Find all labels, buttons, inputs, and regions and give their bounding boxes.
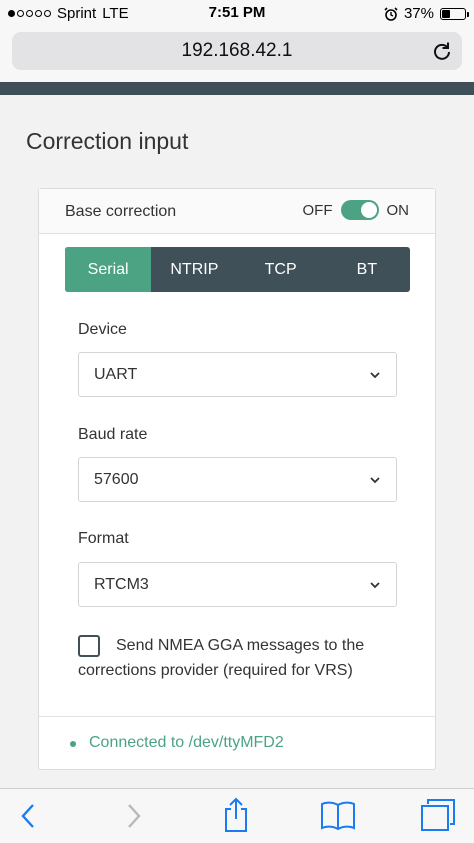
base-correction-label: Base correction <box>65 203 177 220</box>
format-value: RTCM3 <box>94 575 149 593</box>
forward-icon[interactable] <box>124 801 144 831</box>
connection-status: Connected to /dev/ttyMFD2 <box>89 734 284 751</box>
bookmarks-icon[interactable] <box>320 800 356 830</box>
toggle-off-label: OFF <box>302 201 333 219</box>
card-header: Base correction OFF ON <box>39 189 435 234</box>
tab-bt[interactable]: BT <box>324 247 410 292</box>
browser-toolbar <box>0 788 474 843</box>
source-tabs: Serial NTRIP TCP BT <box>65 247 410 292</box>
chevron-down-icon <box>370 582 380 589</box>
baud-rate-value: 57600 <box>94 470 139 488</box>
baud-rate-label: Baud rate <box>78 426 148 443</box>
tab-tcp[interactable]: TCP <box>238 247 324 292</box>
url-bar[interactable]: 192.168.42.1 <box>12 32 462 70</box>
format-select[interactable]: RTCM3 <box>78 562 397 607</box>
device-value: UART <box>94 365 138 383</box>
share-icon[interactable] <box>222 797 250 833</box>
reload-icon[interactable] <box>432 41 452 61</box>
device-select[interactable]: UART <box>78 352 397 397</box>
status-bar: Sprint LTE 7:51 PM 37% <box>0 0 474 28</box>
alarm-icon <box>384 6 398 21</box>
card-footer: Connected to /dev/ttyMFD2 <box>39 716 435 769</box>
back-icon[interactable] <box>18 801 38 831</box>
device-label: Device <box>78 321 127 338</box>
tabs-icon[interactable] <box>420 798 456 832</box>
nmea-checkbox-label: Send NMEA GGA messages to the correction… <box>78 637 365 679</box>
browser-top-bar: 192.168.42.1 <box>0 28 474 82</box>
toggle-group: OFF ON <box>302 200 410 220</box>
correction-card: Base correction OFF ON Serial NTRIP TCP … <box>38 188 436 770</box>
toggle-on-label: ON <box>386 201 410 219</box>
battery-percent: 37% <box>403 5 434 22</box>
app-header-strip <box>0 82 474 95</box>
baud-rate-select[interactable]: 57600 <box>78 457 397 502</box>
format-label: Format <box>78 530 129 547</box>
page-title: Correction input <box>26 128 189 154</box>
chevron-down-icon <box>370 372 380 379</box>
url-text: 192.168.42.1 <box>181 40 293 61</box>
chevron-down-icon <box>370 477 380 484</box>
battery-icon <box>440 7 469 20</box>
tab-ntrip[interactable]: NTRIP <box>151 247 237 292</box>
toggle-knob <box>360 202 377 218</box>
nmea-checkbox[interactable] <box>78 635 100 657</box>
tab-serial[interactable]: Serial <box>65 247 152 292</box>
status-right: 37% <box>384 5 469 22</box>
base-correction-toggle[interactable] <box>340 200 379 220</box>
status-dot-icon <box>70 741 76 747</box>
